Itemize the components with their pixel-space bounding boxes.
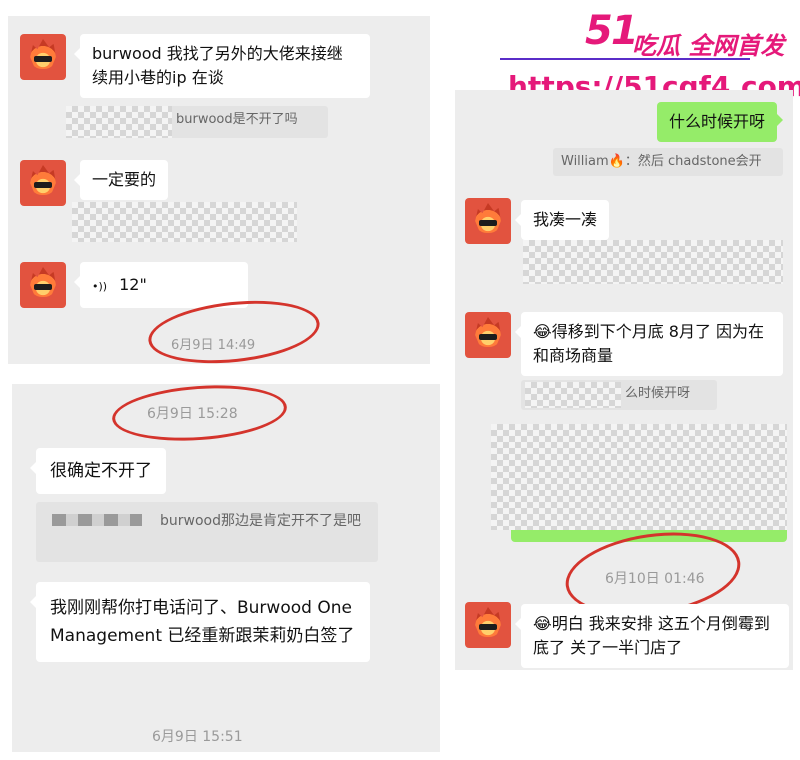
timestamp: 6月10日 01:46: [605, 571, 705, 587]
avatar-flame-icon: [475, 203, 501, 233]
message-bubble[interactable]: 😂得移到下个月底 8月了 因为在和商场商量: [515, 312, 783, 376]
brand-text: 吃瓜 全网首发: [632, 32, 785, 60]
timestamp: 6月9日 15:51: [152, 729, 243, 745]
quoted-message[interactable]: William🔥：然后 chadstone会开: [553, 148, 783, 176]
timestamp: 6月9日 15:28: [147, 406, 238, 422]
avatar-flame-icon: [475, 607, 501, 637]
avatar-flame-icon: [475, 317, 501, 347]
redacted-area: [523, 240, 783, 284]
voice-icon: •)): [92, 280, 108, 293]
message-bubble[interactable]: 很确定不开了: [30, 448, 166, 494]
message-bubble[interactable]: 我刚刚帮你打电话问了、Burwood One Management 已经重新跟茉…: [30, 582, 370, 662]
quoted-message[interactable]: burwood那边是肯定开不了是吧: [36, 502, 378, 562]
timestamp: 6月9日 14:49: [171, 338, 256, 353]
avatar[interactable]: [465, 602, 511, 648]
sent-message-bubble[interactable]: 什么时候开呀: [657, 102, 784, 142]
chat-panel-2: 6月9日 15:28 很确定不开了 burwood那边是肯定开不了是吧 我刚刚帮…: [12, 384, 440, 752]
avatar[interactable]: [20, 262, 66, 308]
redacted-name: [52, 514, 142, 526]
message-bubble[interactable]: 一定要的: [73, 160, 169, 200]
message-bubble[interactable]: 😂明白 我来安排 这五个月倒霉到底了 关了一半门店了: [515, 604, 789, 668]
avatar[interactable]: [465, 198, 511, 244]
avatar-flame-icon: [30, 39, 56, 69]
quote-text: 么时候开呀: [625, 386, 691, 401]
chat-panel-1: burwood 我找了另外的大佬来接继续用小巷的ip 在谈 burwood是不开…: [8, 16, 430, 364]
message-bubble[interactable]: burwood 我找了另外的大佬来接继续用小巷的ip 在谈: [74, 34, 370, 98]
brand-underline: [500, 58, 750, 60]
redacted-area: [66, 106, 172, 138]
avatar-flame-icon: [30, 165, 56, 195]
chat-panel-3: 什么时候开呀 William🔥：然后 chadstone会开 我凑一凑 😂得移到…: [455, 90, 793, 670]
redacted-area: [525, 382, 621, 408]
avatar[interactable]: [465, 312, 511, 358]
quote-text: burwood是不开了吗: [176, 112, 298, 127]
voice-duration: 12": [119, 275, 147, 294]
redacted-area: [491, 424, 787, 530]
redacted-area: [72, 202, 297, 242]
brand-number: 51: [585, 8, 639, 54]
avatar[interactable]: [20, 160, 66, 206]
voice-message[interactable]: •)) 12": [74, 262, 248, 308]
avatar[interactable]: [20, 34, 66, 80]
avatar-flame-icon: [30, 267, 56, 297]
message-bubble[interactable]: 我凑一凑: [514, 200, 610, 240]
